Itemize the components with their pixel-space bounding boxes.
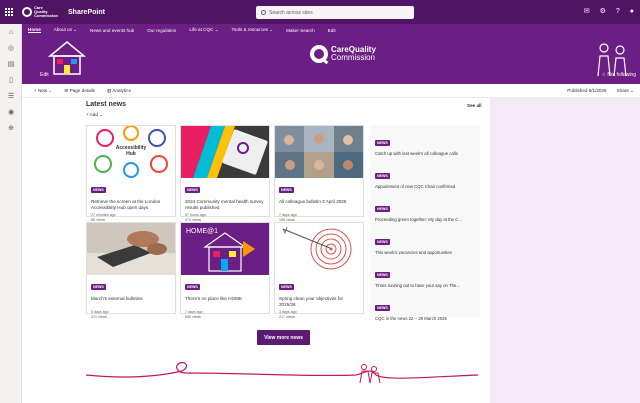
accessibility-hub-image: Accessibility Hub xyxy=(87,126,175,178)
settings-icon[interactable]: ⚙ xyxy=(600,6,606,18)
banner-edit-link[interactable]: Edit xyxy=(40,72,49,78)
list-item-title[interactable]: CQC in the news 22 – 28 March 2025 xyxy=(375,316,475,321)
nav-item-news-hub[interactable]: News and events hub xyxy=(90,28,134,33)
account-icon[interactable]: ● xyxy=(630,6,634,18)
command-bar: + New ⌄ ⚙ Page details ▥ Analytics Publi… xyxy=(22,84,640,98)
news-card-title[interactable]: 2024 Community mental health survey resu… xyxy=(185,199,265,211)
nav-item-tools-resources[interactable]: Tools & resources ⌄ xyxy=(231,27,273,33)
news-badge: NEWS xyxy=(185,284,200,290)
people-icon[interactable]: ◉ xyxy=(0,104,22,120)
list-item-title[interactable]: This week's vacancies and opportunities xyxy=(375,250,475,255)
news-card-title[interactable]: There's no place like HOME xyxy=(185,296,265,308)
published-status: Published 8/1/2025 xyxy=(567,88,607,93)
nav-item-our-regulation[interactable]: Our regulation xyxy=(147,28,176,33)
news-badge: NEWS xyxy=(375,173,390,179)
list-item-title[interactable]: Appointment of new CQC Chair confirmed xyxy=(375,184,475,189)
colleague-bulletin-image xyxy=(275,126,363,178)
app-launcher-icon[interactable] xyxy=(0,0,18,24)
site-nav: Home About us ⌄ News and events hub Our … xyxy=(22,24,640,36)
news-card-views: 217 views xyxy=(279,315,295,319)
help-icon[interactable]: ? xyxy=(616,6,620,18)
list-item[interactable]: NEWS CQC in the news 22 – 28 March 2025 xyxy=(375,296,475,321)
nav-item-home[interactable]: Home xyxy=(28,27,41,33)
search-box[interactable]: Search across sites xyxy=(256,6,414,19)
news-card-views: 685 views xyxy=(185,315,201,319)
news-badge: NEWS xyxy=(375,272,390,278)
lists-icon[interactable]: ☰ xyxy=(0,88,22,104)
house-illustration xyxy=(47,41,87,75)
news-card[interactable]: NEWS All colleague bulletin 3 April 2025… xyxy=(274,125,364,222)
site-header-banner: CareQuality Commission Edit ☆ Not follow… xyxy=(22,36,640,84)
news-headline-list: NEWS Catch up with last week's all colle… xyxy=(370,125,480,321)
left-rail: ⌂ ◎ ▤ ▯ ☰ ◉ ⊕ xyxy=(0,24,22,403)
add-icon[interactable]: ⊕ xyxy=(0,120,22,136)
new-button[interactable]: + New ⌄ xyxy=(34,88,52,94)
home-image: HOME@1 xyxy=(181,223,269,275)
cqc-q-icon xyxy=(310,45,328,63)
news-badge: NEWS xyxy=(375,140,390,146)
org-logo[interactable]: Care Quality Commission xyxy=(22,5,59,18)
home-icon[interactable]: ⌂ xyxy=(0,24,22,40)
news-card[interactable]: NEWS 2024 Community mental health survey… xyxy=(180,125,270,222)
see-all-link[interactable]: See all xyxy=(467,103,482,108)
mental-health-survey-image xyxy=(181,126,269,178)
globe-icon[interactable]: ◎ xyxy=(0,40,22,56)
news-card-views: 221 views xyxy=(91,315,107,319)
news-card[interactable]: Accessibility Hub NEWS Retrieve the scre… xyxy=(86,125,176,222)
search-input[interactable]: Search across sites xyxy=(269,10,313,16)
list-item[interactable]: NEWS Catch up with last week's all colle… xyxy=(375,131,475,156)
external-bulletins-image xyxy=(87,223,175,275)
nav-item-life-at-cqc[interactable]: Life at CQC ⌄ xyxy=(189,27,218,33)
news-card-title[interactable]: Spring clean your objectives for 2025/26 xyxy=(279,296,359,308)
add-news-button[interactable]: + Add ⌄ xyxy=(86,112,103,118)
news-card-title[interactable]: March's external bulletins xyxy=(91,296,171,308)
news-section-title: Latest news xyxy=(86,101,127,108)
news-badge: NEWS xyxy=(91,187,106,193)
cqc-logo-icon xyxy=(22,7,32,17)
analytics-label: Analytics xyxy=(112,87,131,93)
nav-item-edit[interactable]: Edit xyxy=(328,28,336,33)
org-logo-text: Care Quality Commission xyxy=(34,5,59,18)
search-icon xyxy=(261,10,266,15)
news-badge: NEWS xyxy=(375,206,390,212)
list-item[interactable]: NEWS Times running out to have your say … xyxy=(375,263,475,288)
suite-bar: Care Quality Commission SharePoint Searc… xyxy=(0,0,640,24)
news-badge: NEWS xyxy=(375,239,390,245)
list-item[interactable]: NEWS Proceeding green together: My day a… xyxy=(375,197,475,222)
nav-item-about-us[interactable]: About us ⌄ xyxy=(54,27,77,33)
list-item-title[interactable]: Times running out to have your say on Th… xyxy=(375,283,475,288)
news-badge: NEWS xyxy=(279,284,294,290)
news-card[interactable]: HOME@1 NEWS There's no place like HOME 7… xyxy=(180,222,270,319)
news-badge: NEWS xyxy=(375,305,390,311)
list-item-title[interactable]: Proceeding green together: My day at the… xyxy=(375,217,475,222)
share-button[interactable]: Share ⌄ xyxy=(617,88,634,94)
chat-icon[interactable]: ✉ xyxy=(584,6,590,18)
list-item[interactable]: NEWS This week's vacancies and opportuni… xyxy=(375,230,475,255)
list-item-title[interactable]: Catch up with last week's all colleague … xyxy=(375,151,475,156)
cqc-brand-logo: CareQuality Commission xyxy=(310,45,376,63)
nav-item-maker-search[interactable]: Maker Search xyxy=(286,28,315,33)
right-panel xyxy=(490,98,640,403)
home-at-one-text: HOME@1 xyxy=(186,228,218,235)
news-badge: NEWS xyxy=(185,187,200,193)
target-image xyxy=(275,223,363,275)
accessibility-hub-line-2: Hub xyxy=(126,151,136,157)
page-details-label: Page details xyxy=(69,87,95,93)
page-details-button[interactable]: ⚙ Page details xyxy=(64,88,95,94)
decorative-line-illustration xyxy=(86,362,478,384)
brand-line-2: Commission xyxy=(331,53,376,62)
news-icon[interactable]: ▤ xyxy=(0,56,22,72)
follow-button[interactable]: ☆ Not following xyxy=(602,72,637,78)
news-badge: NEWS xyxy=(279,187,294,193)
news-card[interactable]: NEWS Spring clean your objectives for 20… xyxy=(274,222,364,319)
news-badge: NEWS xyxy=(91,284,106,290)
app-name[interactable]: SharePoint xyxy=(68,9,105,16)
news-card[interactable]: NEWS March's external bulletins 5 days a… xyxy=(86,222,176,319)
analytics-button[interactable]: ▥ Analytics xyxy=(107,88,131,94)
news-card-title[interactable]: Retrieve the screen at the London Access… xyxy=(91,199,171,211)
files-icon[interactable]: ▯ xyxy=(0,72,22,88)
view-more-news-button[interactable]: View more news xyxy=(257,330,310,345)
list-item[interactable]: NEWS Appointment of new CQC Chair confir… xyxy=(375,164,475,189)
news-card-title[interactable]: All colleague bulletin 3 April 2025 xyxy=(279,199,359,211)
